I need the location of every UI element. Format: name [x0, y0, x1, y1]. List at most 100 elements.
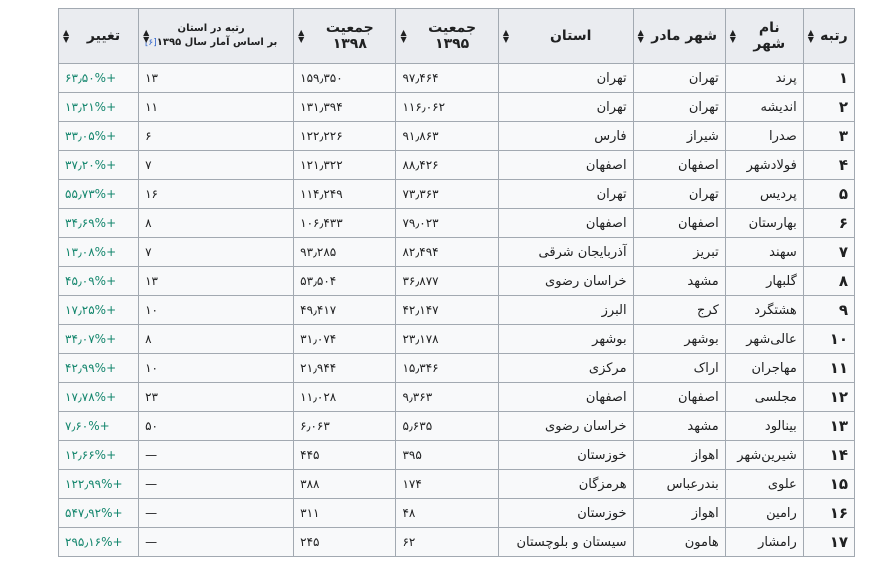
city-cell[interactable]: پردیس — [724, 179, 804, 209]
pop-1395-cell: ۱۷۴ — [395, 469, 499, 499]
mother-city-cell[interactable]: بوشهر — [632, 324, 726, 354]
rank-cell: ۳ — [802, 121, 856, 151]
rank-cell: ۱۳ — [802, 411, 856, 441]
table-row: ۱۲ مجلسی اصفهان اصفهان ۹٫۳۶۳ ۱۱٫۰۲۸ ۲۳ +۱۷٫۷۸% — [57, 382, 856, 412]
header-row: رتبه ▲ ▼ نام شهر ▲ ▼ شهر مادر ▲ ▼ استان ▲ ▼ … — [57, 8, 856, 64]
city-cell[interactable]: سهند — [724, 237, 804, 267]
mother-city-cell[interactable]: تهران — [632, 92, 726, 122]
sort-icon[interactable]: ▲ ▼ — [63, 29, 69, 44]
province-cell[interactable]: اصفهان — [497, 208, 634, 238]
province-cell[interactable]: اصفهان — [497, 382, 634, 412]
pop-1395-cell: ۵٫۶۳۵ — [395, 411, 499, 441]
mother-city-cell[interactable]: کرج — [632, 295, 726, 325]
province-cell[interactable]: هرمزگان — [497, 469, 634, 499]
column-header-pop-1398[interactable]: جمعیت ۱۳۹۸ ▲ ▼ — [293, 8, 397, 64]
change-cell: +۳۴٫۶۹% — [57, 208, 140, 238]
city-cell[interactable]: مجلسی — [724, 382, 804, 412]
mother-city-cell[interactable]: تبریز — [632, 237, 726, 267]
city-cell[interactable]: گلبهار — [724, 266, 804, 296]
city-cell[interactable]: بینالود — [724, 411, 804, 441]
column-header-rank[interactable]: رتبه ▲ ▼ — [802, 8, 856, 64]
province-cell[interactable]: خراسان رضوی — [497, 411, 634, 441]
pop-1395-cell: ۳۹۵ — [395, 440, 499, 470]
province-cell[interactable]: بوشهر — [497, 324, 634, 354]
sort-icon[interactable]: ▲ ▼ — [400, 29, 406, 44]
pop-1398-cell: ۴۴۵ — [293, 440, 397, 470]
rank-in-province-cell: ۸ — [138, 324, 295, 354]
change-cell: +۱۲۲٫۹۹% — [57, 469, 140, 499]
province-cell[interactable]: مرکزی — [497, 353, 634, 383]
sort-icon[interactable]: ▲ ▼ — [298, 29, 304, 44]
pop-1395-cell: ۴۸ — [395, 498, 499, 528]
change-cell: +۷٫۶۰% — [57, 411, 140, 441]
province-cell[interactable]: آذربایجان شرقی — [497, 237, 634, 267]
mother-city-cell[interactable]: اصفهان — [632, 150, 726, 180]
city-cell[interactable]: شیرین‌شهر — [724, 440, 804, 470]
rank-in-province-title: رتبه در استان — [177, 23, 245, 34]
mother-city-cell[interactable]: اصفهان — [632, 382, 726, 412]
city-cell[interactable]: هشتگرد — [724, 295, 804, 325]
sort-icon[interactable]: ▲ ▼ — [503, 29, 509, 44]
city-cell[interactable]: علوی — [724, 469, 804, 499]
mother-city-cell[interactable]: اهواز — [632, 498, 726, 528]
sort-icon[interactable]: ▲ ▼ — [808, 29, 814, 44]
pop-1395-cell: ۸۲٫۴۹۴ — [395, 237, 499, 267]
city-cell[interactable]: بهارستان — [724, 208, 804, 238]
city-cell[interactable]: پرند — [724, 63, 804, 93]
column-header-mother-city[interactable]: شهر مادر ▲ ▼ — [632, 8, 726, 64]
sort-icon[interactable]: ▲ ▼ — [143, 29, 149, 44]
mother-city-cell[interactable]: بندرعباس — [632, 469, 726, 499]
pop-1398-cell: ۱۲۱٫۳۲۲ — [293, 150, 397, 180]
column-header-province[interactable]: استان ▲ ▼ — [497, 8, 634, 64]
province-cell[interactable]: خوزستان — [497, 498, 634, 528]
pop-1398-cell: ۴۹٫۴۱۷ — [293, 295, 397, 325]
province-cell[interactable]: سیستان و بلوچستان — [497, 527, 634, 557]
column-header-pop-1395[interactable]: جمعیت ۱۳۹۵ ▲ ▼ — [395, 8, 499, 64]
pop-1395-cell: ۷۹٫۰۲۳ — [395, 208, 499, 238]
city-cell[interactable]: رامین — [724, 498, 804, 528]
table-row: ۹ هشتگرد کرج البرز ۴۲٫۱۴۷ ۴۹٫۴۱۷ ۱۰ +۱۷٫۲۵% — [57, 295, 856, 325]
mother-city-cell[interactable]: هامون — [632, 527, 726, 557]
city-cell[interactable]: صدرا — [724, 121, 804, 151]
change-cell: +۳۴٫۰۷% — [57, 324, 140, 354]
rank-in-province-cell: — — [138, 469, 295, 499]
pop-1398-cell: ۲۴۵ — [293, 527, 397, 557]
mother-city-cell[interactable]: مشهد — [632, 411, 726, 441]
column-header-city[interactable]: نام شهر ▲ ▼ — [724, 8, 804, 64]
city-cell[interactable]: عالی‌شهر — [724, 324, 804, 354]
city-cell[interactable]: فولادشهر — [724, 150, 804, 180]
table-row: ۷ سهند تبریز آذربایجان شرقی ۸۲٫۴۹۴ ۹۳٫۲۸۵ ۷ +۱۳… — [57, 237, 856, 267]
city-cell[interactable]: مهاجران — [724, 353, 804, 383]
pop-1395-cell: ۷۳٫۳۶۳ — [395, 179, 499, 209]
column-header-rank-in-province[interactable]: رتبه در استان بر اساس آمار سال ۱۳۹۵[۶] ▲… — [138, 8, 295, 64]
table-row: ۴ فولادشهر اصفهان اصفهان ۸۸٫۴۲۶ ۱۲۱٫۳۲۲ ۷ +۳۷٫۲… — [57, 150, 856, 180]
mother-city-cell[interactable]: اهواز — [632, 440, 726, 470]
province-cell[interactable]: تهران — [497, 63, 634, 93]
mother-city-cell[interactable]: تهران — [632, 179, 726, 209]
province-cell[interactable]: فارس — [497, 121, 634, 151]
city-cell[interactable]: رامشار — [724, 527, 804, 557]
mother-city-cell[interactable]: تهران — [632, 63, 726, 93]
rank-cell: ۱۰ — [802, 324, 856, 354]
province-cell[interactable]: تهران — [497, 179, 634, 209]
mother-city-cell[interactable]: اراک — [632, 353, 726, 383]
province-cell[interactable]: اصفهان — [497, 150, 634, 180]
mother-city-cell[interactable]: مشهد — [632, 266, 726, 296]
mother-city-cell[interactable]: شیراز — [632, 121, 726, 151]
table-row: ۱۴ شیرین‌شهر اهواز خوزستان ۳۹۵ ۴۴۵— +۱۲٫۶۶% — [57, 440, 856, 470]
rank-cell: ۱۲ — [802, 382, 856, 412]
province-cell[interactable]: البرز — [497, 295, 634, 325]
table-row: ۳ صدرا شیراز فارس ۹۱٫۸۶۳ ۱۲۲٫۲۲۶ ۶ +۳۳٫۰۵% — [57, 121, 856, 151]
sort-icon[interactable]: ▲ ▼ — [730, 29, 736, 44]
column-header-change[interactable]: تغییر ▲ ▼ — [57, 8, 140, 64]
province-cell[interactable]: خوزستان — [497, 440, 634, 470]
pop-1395-cell: ۸۸٫۴۲۶ — [395, 150, 499, 180]
rank-in-province-cell: ۷ — [138, 150, 295, 180]
mother-city-cell[interactable]: اصفهان — [632, 208, 726, 238]
province-cell[interactable]: تهران — [497, 92, 634, 122]
change-cell: +۴۲٫۹۹% — [57, 353, 140, 383]
sort-icon[interactable]: ▲ ▼ — [638, 29, 644, 44]
rank-in-province-cell: ۲۳ — [138, 382, 295, 412]
city-cell[interactable]: اندیشه — [724, 92, 804, 122]
province-cell[interactable]: خراسان رضوی — [497, 266, 634, 296]
